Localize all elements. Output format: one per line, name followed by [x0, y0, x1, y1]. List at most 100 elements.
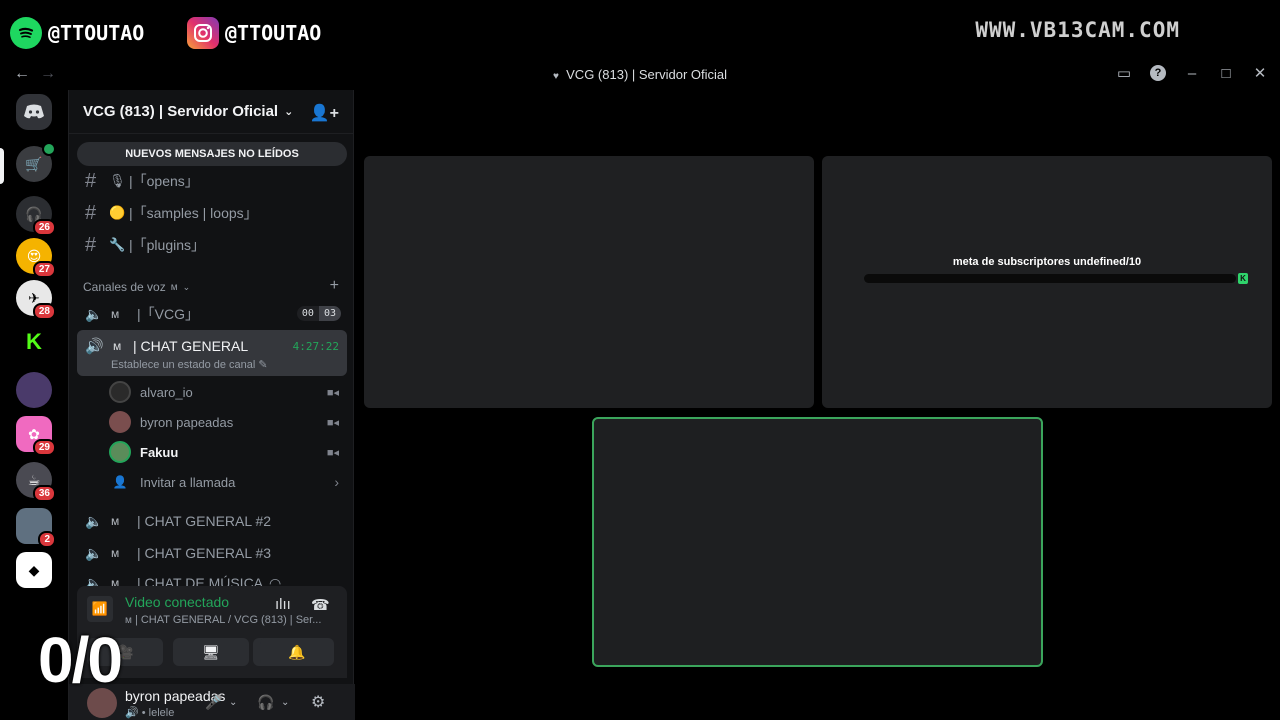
chevron-down-icon[interactable]: ⌄ [229, 697, 237, 708]
server-header[interactable]: VCG (813) | Servidor Oficial ⌄ 👤+ [69, 90, 353, 134]
subscriber-goal-bar [864, 274, 1236, 283]
instagram-handle-group: @TTOUTAO [187, 17, 321, 49]
bat-icon: ᴍ [113, 339, 122, 353]
avatar [109, 381, 131, 403]
soundboard-icon: 🔔 [288, 643, 306, 660]
live-indicator [42, 142, 56, 156]
call-timer: 4:27:22 [292, 340, 339, 353]
screen-share-icon: 🖥 [202, 643, 220, 660]
site-url: WWW.VB13CAM.COM [975, 18, 1180, 42]
server-icon-8[interactable]: ☕ 36 [16, 462, 56, 502]
window-titlebar: ← → ♥ VCG (813) | Servidor Oficial ▭ ? –… [0, 60, 1280, 90]
bat-icon: ᴍ [170, 281, 178, 293]
server-icon-4[interactable]: ✈ 28 [16, 280, 56, 320]
voice-member-alvaro[interactable]: alvaro_io ■◂ [109, 378, 345, 406]
hash-icon: # [85, 169, 97, 192]
add-channel-icon[interactable]: + [330, 277, 339, 295]
speaker-active-icon: 🔊 [125, 707, 139, 719]
server-icon-6[interactable] [16, 372, 52, 408]
add-user-icon[interactable]: 👤+ [310, 103, 339, 123]
instagram-handle: @TTOUTAO [225, 21, 322, 45]
pencil-icon: ✎ [258, 359, 268, 371]
soundboard-button[interactable]: 🔔 [260, 638, 334, 666]
help-icon[interactable]: ? [1150, 65, 1166, 81]
add-person-icon: 👤 [112, 475, 128, 489]
voice-channel-chat-general-active[interactable]: 🔊 ᴍ | CHAT GENERAL 4:27:22 Establece un … [77, 330, 347, 376]
window-title: ♥ VCG (813) | Servidor Oficial [552, 67, 728, 82]
avatar [109, 411, 131, 433]
channel-status[interactable]: Establece un estado de canal ✎ [111, 358, 268, 371]
close-icon[interactable]: ✕ [1252, 64, 1268, 82]
selected-server-pill [0, 148, 4, 184]
gear-icon[interactable]: ⚙ [311, 692, 325, 712]
microphone-icon[interactable]: 🎤 [205, 694, 222, 711]
signal-icon[interactable]: 📶 [87, 596, 113, 622]
video-tile-speaking[interactable] [592, 417, 1043, 667]
video-tile-2[interactable]: meta de subscriptores undefined/10 K [822, 156, 1272, 408]
bat-icon: ᴍ [111, 514, 120, 528]
server-icon-7[interactable]: ✿ 29 [16, 416, 56, 456]
headphones-icon[interactable]: 🎧 [257, 694, 274, 711]
speaker-icon: 🔈 [85, 544, 103, 561]
noise-suppression-icon[interactable]: ılıı [275, 596, 291, 613]
voice-category-header[interactable]: Canales de voz ᴍ ⌄ + [83, 277, 345, 295]
invite-to-call[interactable]: 👤 Invitar a llamada › [109, 468, 345, 496]
bat-icon: ᴍ [111, 307, 120, 321]
server-icon-2[interactable]: 🎧 26 [16, 196, 56, 236]
bat-icon: ᴍ [125, 615, 132, 626]
video-stage: meta de subscriptores undefined/10 K [355, 90, 1280, 720]
voice-member-fakuu[interactable]: Fakuu ■◂ [109, 438, 345, 466]
server-icon-9[interactable]: 2 [16, 508, 56, 548]
screen-share-button[interactable]: 🖥 [173, 638, 249, 666]
channel-samples-loops[interactable]: # 🟡 |「samples | loops」 [77, 198, 347, 228]
channel-plugins[interactable]: # 🔧 |「plugins」 [77, 230, 347, 260]
window-controls: ▭ ? – □ ✕ [1116, 64, 1268, 83]
channel-emoji-icon: 🟡 [109, 205, 126, 220]
discord-home-icon[interactable] [16, 94, 52, 130]
minimize-icon[interactable]: – [1184, 65, 1200, 82]
chevron-right-icon: › [334, 474, 339, 490]
unread-messages-banner[interactable]: NUEVOS MENSAJES NO LEÍDOS [77, 142, 347, 166]
spotify-handle-group: @TTOUTAO [10, 17, 144, 49]
spotify-handle: @TTOUTAO [48, 21, 145, 45]
inbox-icon[interactable]: ▭ [1116, 64, 1132, 82]
spotify-icon [10, 17, 42, 49]
user-status: 🔊 • lelele [125, 707, 175, 719]
disconnect-icon[interactable]: ☎ [311, 596, 330, 614]
chevron-down-icon: ⌄ [284, 106, 294, 118]
video-tile-1[interactable] [364, 156, 814, 408]
server-icon-10[interactable]: ◆ [16, 552, 52, 588]
voice-user-counter: 00 03 [296, 306, 341, 321]
camera-icon: ■◂ [326, 386, 339, 399]
voice-channel-chat-general-3[interactable]: 🔈 ᴍ | CHAT GENERAL #3 [77, 538, 347, 568]
bat-icon: ᴍ [111, 546, 120, 560]
speaker-icon: 🔈 [85, 512, 103, 529]
camera-icon: ■◂ [326, 446, 339, 459]
server-icon-3[interactable]: 😍 27 [16, 238, 56, 278]
maximize-icon[interactable]: □ [1218, 65, 1234, 82]
kick-icon: K [1238, 273, 1248, 284]
chevron-down-icon[interactable]: ⌄ [281, 697, 289, 708]
stream-overlay-header: @TTOUTAO @TTOUTAO WWW.VB13CAM.COM [0, 0, 1280, 64]
subscriber-goal-label: meta de subscriptores undefined/10 [952, 256, 1142, 268]
avatar [109, 441, 131, 463]
server-name: VCG (813) | Servidor Oficial [83, 103, 279, 120]
instagram-icon [187, 17, 219, 49]
channel-emoji-icon: 🎙 [109, 173, 126, 188]
channel-opens[interactable]: # 🎙 |「opens」 [77, 166, 347, 196]
camera-icon: ■◂ [326, 416, 339, 429]
server-heart-icon: ♥ [552, 71, 559, 82]
connection-status[interactable]: Video conectado [125, 594, 229, 610]
hash-icon: # [85, 201, 97, 224]
stream-counter-overlay: 0/0 [38, 624, 123, 696]
voice-member-byron[interactable]: byron papeadas ■◂ [109, 408, 345, 436]
connection-channel: ᴍ | CHAT GENERAL / VCG (813) | Ser... [125, 614, 322, 626]
speaker-icon: 🔈 [85, 305, 103, 322]
server-icon-1[interactable]: 🛒 [16, 142, 56, 182]
speaker-active-icon: 🔊 [85, 338, 104, 355]
voice-channel-chat-general-2[interactable]: 🔈 ᴍ | CHAT GENERAL #2 [77, 506, 347, 536]
channel-emoji-icon: 🔧 [109, 237, 126, 252]
voice-channel-vcg[interactable]: 🔈 ᴍ |「VCG」 00 03 [77, 299, 347, 329]
hash-icon: # [85, 233, 97, 256]
server-icon-5[interactable]: K [16, 324, 52, 360]
